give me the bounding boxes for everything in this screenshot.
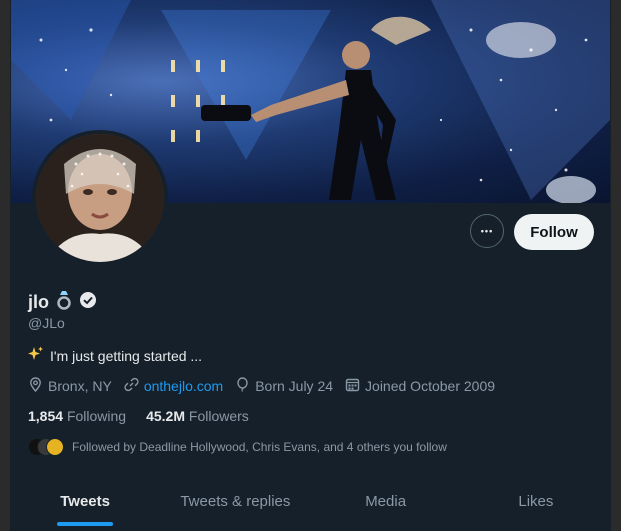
profile-bio: I'm just getting started ... — [28, 346, 202, 365]
location-pin-icon — [28, 377, 43, 395]
sparkles-icon — [28, 346, 44, 365]
tab-tweets-and-replies[interactable]: Tweets & replies — [160, 478, 310, 531]
tab-label: Tweets & replies — [180, 493, 291, 510]
website-item[interactable]: onthejlo.com — [124, 377, 223, 395]
calendar-icon — [345, 377, 360, 395]
bio-text: I'm just getting started ... — [50, 347, 203, 364]
joined-text: Joined October 2009 — [365, 378, 496, 394]
followers-label: Followers — [188, 408, 249, 424]
followers-stat[interactable]: 45.2M Followers — [146, 408, 249, 424]
verified-badge-icon[interactable] — [79, 291, 97, 314]
followers-count: 45.2M — [146, 408, 185, 424]
joined-item: Joined October 2009 — [345, 377, 495, 395]
profile-name-row: jlo — [28, 290, 97, 315]
profile-avatar[interactable] — [32, 130, 168, 266]
tab-label: Likes — [518, 493, 554, 510]
display-name: jlo — [28, 292, 49, 312]
tab-likes[interactable]: Likes — [461, 478, 611, 531]
followed-by-text: Followed by Deadline Hollywood, Chris Ev… — [72, 440, 447, 454]
active-tab-indicator — [57, 522, 114, 526]
tab-label: Media — [365, 493, 407, 510]
tab-media[interactable]: Media — [311, 478, 461, 531]
mutual-followers-avatars — [28, 438, 64, 456]
following-label: Following — [66, 408, 127, 424]
tab-tweets[interactable]: Tweets — [10, 478, 160, 531]
location-text: Bronx, NY — [48, 378, 112, 394]
birthday-text: Born July 24 — [255, 378, 334, 394]
more-icon: ••• — [480, 226, 494, 236]
balloon-icon — [235, 377, 250, 395]
profile-handle: @JLo — [28, 315, 65, 331]
following-stat[interactable]: 1,854 Following — [28, 408, 126, 424]
follow-button[interactable]: Follow — [514, 214, 594, 250]
mutual-avatar — [46, 438, 64, 456]
tab-label: Tweets — [60, 493, 110, 510]
profile-stats: 1,854 Following 45.2M Followers — [28, 408, 249, 424]
link-icon — [124, 377, 139, 395]
following-count: 1,854 — [28, 408, 64, 424]
avatar-image — [36, 134, 164, 262]
ring-emoji-icon — [55, 290, 73, 315]
followed-by-row[interactable]: Followed by Deadline Hollywood, Chris Ev… — [28, 438, 447, 456]
website-link[interactable]: onthejlo.com — [144, 378, 223, 394]
profile-page: ••• Follow jlo @JLo I'm just getting sta… — [10, 0, 611, 531]
profile-meta: Bronx, NY onthejlo.com Born July 24 Join… — [28, 377, 507, 395]
profile-tabs: Tweets Tweets & replies Media Likes — [10, 478, 611, 531]
more-options-button[interactable]: ••• — [470, 214, 504, 248]
birthday-item: Born July 24 — [235, 377, 333, 395]
location-item: Bronx, NY — [28, 377, 112, 395]
